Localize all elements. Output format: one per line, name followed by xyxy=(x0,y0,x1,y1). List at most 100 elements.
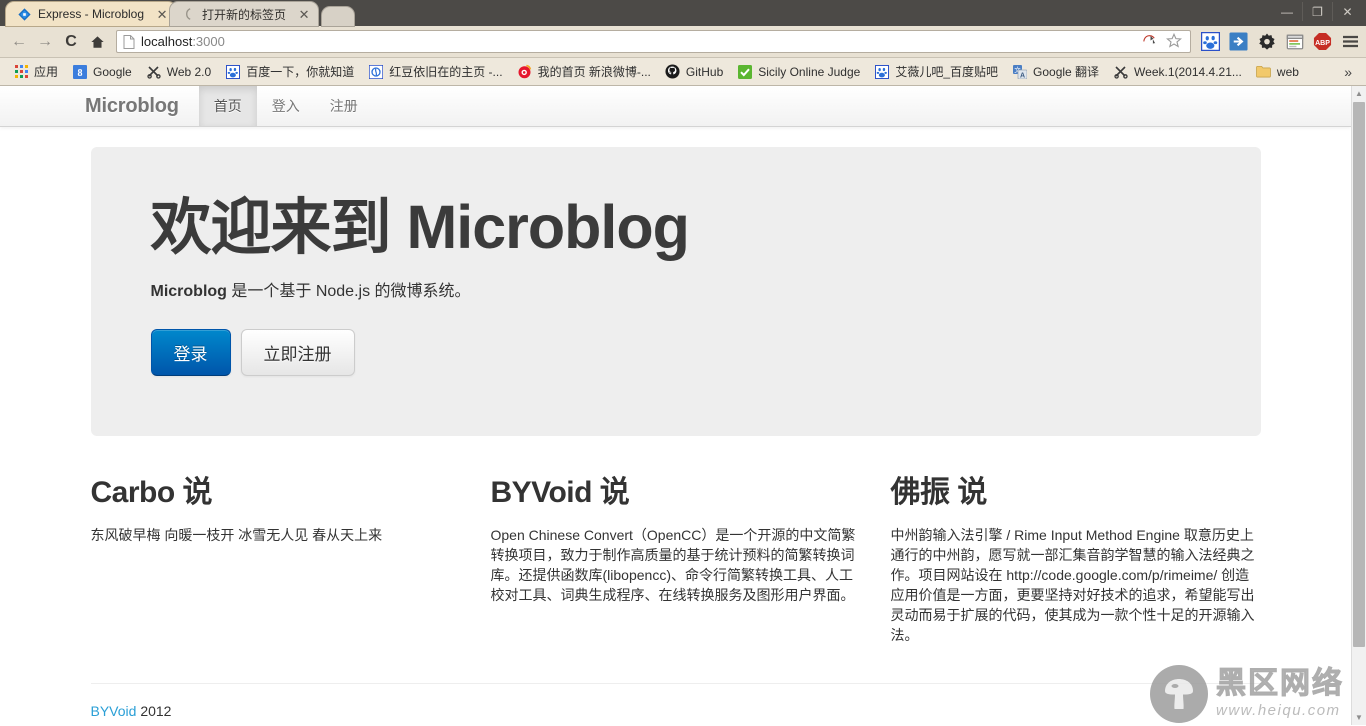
register-now-button[interactable]: 立即注册 xyxy=(240,329,355,377)
column-body: 中州韵输入法引擎 / Rime Input Method Engine 取意历史… xyxy=(890,527,1255,643)
site-brand[interactable]: Microblog xyxy=(85,86,199,126)
watermark: 黑区网络 www.heiqu.com xyxy=(1150,665,1344,723)
apps-grid-icon xyxy=(13,64,29,80)
footer-link-byvoid[interactable]: BYVoid xyxy=(91,703,137,719)
page-title: 欢迎来到 Microblog xyxy=(150,193,690,261)
translate-icon[interactable] xyxy=(1142,33,1159,51)
feature-columns: Carbo 说 东风破早梅 向暖一枝开 冰雪无人见 春从天上来 BYVoid 说… xyxy=(91,476,1261,645)
bookmark-github[interactable]: GitHub xyxy=(658,62,730,82)
green-check-icon xyxy=(737,64,753,80)
google-8-icon: 8 xyxy=(72,64,88,80)
address-bar-actions xyxy=(1142,32,1184,51)
watermark-text: 黑区网络 www.heiqu.com xyxy=(1216,667,1344,719)
watermark-url: www.heiqu.com xyxy=(1216,702,1341,719)
mushroom-icon xyxy=(1150,665,1208,723)
bookmark-label: Week.1(2014.4.21... xyxy=(1134,64,1242,79)
bookmark-label: 艾薇儿吧_百度贴吧 xyxy=(895,65,999,79)
vertical-scrollbar[interactable]: ▲ ▼ xyxy=(1351,86,1366,725)
svg-text:8: 8 xyxy=(78,68,83,79)
address-bar-text: localhost:3000 xyxy=(141,34,1142,49)
express-diamond-icon xyxy=(16,6,32,22)
bookmark-apps[interactable]: 应用 xyxy=(6,61,65,82)
bookmark-tieba[interactable]: 艾薇儿吧_百度贴吧 xyxy=(867,61,1005,82)
site-nav-links: 首页 登入 注册 xyxy=(198,86,373,126)
close-window-button[interactable]: ✕ xyxy=(1332,2,1362,21)
scroll-up-arrow-icon[interactable]: ▲ xyxy=(1352,86,1366,101)
hero-lead-strong: Microblog xyxy=(150,283,227,301)
nav-link-home[interactable]: 首页 xyxy=(198,86,257,126)
browser-tab-active[interactable]: Express - Microblog ✕ xyxy=(6,2,177,26)
page-icon xyxy=(180,6,196,22)
browser-tab-title: Express - Microblog xyxy=(38,7,145,21)
close-icon[interactable]: ✕ xyxy=(156,8,168,21)
scrollbar-thumb[interactable] xyxy=(1353,102,1365,647)
bookmark-star-icon[interactable] xyxy=(1166,32,1182,51)
browser-toolbar: ← → C localhost:3000 ABP xyxy=(0,26,1366,58)
bookmark-hongdou[interactable]: 红豆依旧在的主页 -... xyxy=(361,61,509,82)
blue-circle-icon xyxy=(368,64,384,80)
bookmark-baidu[interactable]: 百度一下，你就知道 xyxy=(218,61,361,82)
column-heading: Carbo 说 xyxy=(90,476,213,509)
address-bar[interactable]: localhost:3000 xyxy=(116,30,1191,53)
bookmark-label: 我的首页 新浪微博-... xyxy=(537,65,651,79)
watermark-chinese: 黑区网络 xyxy=(1216,667,1344,700)
nav-link-register[interactable]: 注册 xyxy=(315,86,373,126)
bookmark-sicily[interactable]: Sicily Online Judge xyxy=(730,62,867,82)
menu-icon[interactable] xyxy=(1341,32,1360,51)
baidu-paw-icon xyxy=(874,64,890,80)
bookmark-label: Google xyxy=(93,64,132,79)
bookmark-label: Sicily Online Judge xyxy=(758,64,861,79)
gear-icon[interactable] xyxy=(1257,32,1276,51)
login-button[interactable]: 登录 xyxy=(150,329,231,377)
footer-year: 2012 xyxy=(136,703,172,719)
scroll-down-arrow-icon[interactable]: ▼ xyxy=(1352,710,1366,725)
abp-icon[interactable]: ABP xyxy=(1313,32,1332,51)
close-icon[interactable]: ✕ xyxy=(298,8,310,21)
maximize-button[interactable]: ❐ xyxy=(1302,2,1332,21)
baidu-paw-icon[interactable] xyxy=(1201,32,1220,51)
hero-actions: 登录 立即注册 xyxy=(150,329,1201,377)
column-body: 东风破早梅 向暖一枝开 冰雪无人见 春从天上来 xyxy=(90,527,383,543)
list-window-icon[interactable] xyxy=(1285,32,1304,51)
forward-button[interactable]: → xyxy=(32,30,58,54)
column-heading: BYVoid 说 xyxy=(490,476,630,509)
svg-text:A: A xyxy=(1020,72,1025,79)
site-footer: BYVoid 2012 xyxy=(90,683,1261,719)
hero-panel: 欢迎来到 Microblog Microblog 是一个基于 Node.js 的… xyxy=(90,147,1261,436)
bookmark-label: GitHub xyxy=(685,64,724,79)
browser-window: Express - Microblog ✕ 打开新的标签页 ✕ — ❐ ✕ ← … xyxy=(0,0,1366,726)
weibo-eye-icon xyxy=(517,64,533,80)
minimize-button[interactable]: — xyxy=(1272,2,1302,21)
bookmark-weibo[interactable]: 我的首页 新浪微博-... xyxy=(510,61,658,82)
nav-link-login[interactable]: 登入 xyxy=(257,86,315,126)
page-viewport: Microblog 首页 登入 注册 欢迎来到 Microblog Microb… xyxy=(0,86,1366,725)
scissors-icon xyxy=(146,64,162,80)
hero-lead-rest: 是一个基于 Node.js 的微博系统。 xyxy=(226,283,471,301)
home-button[interactable] xyxy=(84,30,110,54)
bookmark-web20[interactable]: Web 2.0 xyxy=(139,62,218,82)
bookmark-folder-web[interactable]: web xyxy=(1249,62,1306,82)
url-host: localhost xyxy=(141,34,193,49)
bookmark-week1[interactable]: Week.1(2014.4.21... xyxy=(1106,62,1249,82)
browser-titlebar: Express - Microblog ✕ 打开新的标签页 ✕ — ❐ ✕ xyxy=(0,0,1366,26)
blue-arrow-icon[interactable] xyxy=(1229,32,1248,51)
document-icon xyxy=(123,34,135,49)
url-port: :3000 xyxy=(192,34,225,49)
feature-column: BYVoid 说 Open Chinese Convert（OpenCC）是一个… xyxy=(491,476,861,645)
web-page: Microblog 首页 登入 注册 欢迎来到 Microblog Microb… xyxy=(0,86,1351,725)
bookmark-label: 红豆依旧在的主页 -... xyxy=(389,65,503,79)
feature-column: 佛振 说 中州韵输入法引擎 / Rime Input Method Engine… xyxy=(891,476,1261,645)
bookmark-label: 百度一下，你就知道 xyxy=(246,65,355,79)
page-container: 欢迎来到 Microblog Microblog 是一个基于 Node.js 的… xyxy=(90,147,1261,719)
hero-lead: Microblog 是一个基于 Node.js 的微博系统。 xyxy=(151,281,1201,303)
back-button[interactable]: ← xyxy=(6,30,32,54)
browser-tab-inactive[interactable]: 打开新的标签页 ✕ xyxy=(170,2,319,26)
bookmarks-overflow-button[interactable]: » xyxy=(1336,64,1360,80)
baidu-paw-icon xyxy=(225,64,241,80)
github-icon xyxy=(665,64,681,80)
extension-icons: ABP xyxy=(1197,32,1360,51)
new-tab-button[interactable] xyxy=(322,7,355,26)
bookmark-google-translate[interactable]: 文 A Google 翻译 xyxy=(1005,61,1106,82)
reload-button[interactable]: C xyxy=(58,30,84,54)
bookmark-google[interactable]: 8 Google xyxy=(65,62,139,82)
